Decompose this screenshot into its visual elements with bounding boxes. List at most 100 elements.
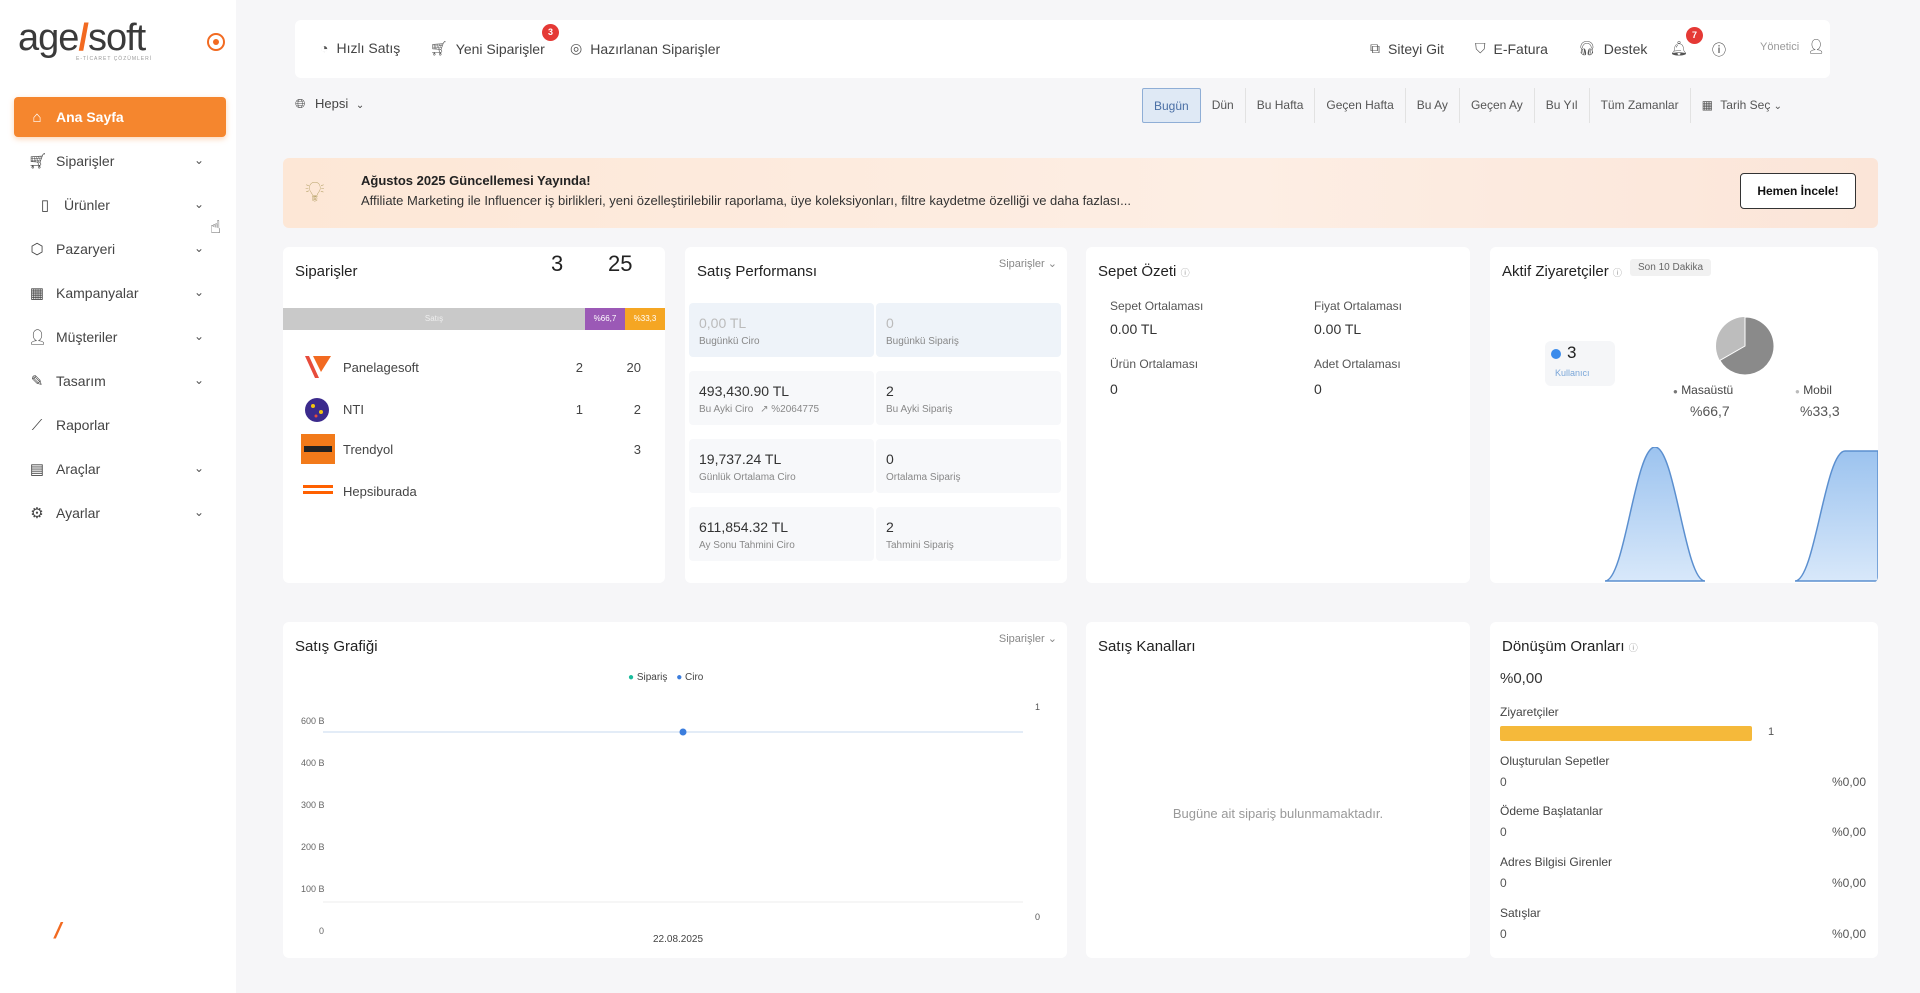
new-orders-link[interactable]: 🛒︎ Yeni Siparişler <box>430 40 545 57</box>
bell-icon: 🔔︎ <box>1670 40 1688 56</box>
perf-value: 0 <box>886 315 894 331</box>
y2-tick-top: 1 <box>1035 702 1041 712</box>
range-gecen-hafta[interactable]: Geçen Hafta <box>1315 88 1406 123</box>
y-tick: 300 B <box>301 800 325 810</box>
info-icon[interactable]: ⓘ <box>1613 268 1622 278</box>
sidebar-item-raporlar[interactable]: ⟋ Raporlar <box>14 405 226 445</box>
conversion-rate: %0,00 <box>1500 670 1543 687</box>
conversion-row-label: Satışlar <box>1500 906 1541 920</box>
info-icon[interactable]: ⓘ <box>1181 268 1190 278</box>
info-button[interactable]: ⓘ <box>1712 40 1734 60</box>
date-range-filters: Bugün Dün Bu Hafta Geçen Hafta Bu Ay Geç… <box>1142 88 1793 123</box>
perf-label: Ortalama Sipariş <box>886 472 961 483</box>
orders-row-nti[interactable]: NTI 1 2 <box>301 394 651 426</box>
conversion-row-label: Adres Bilgisi Girenler <box>1500 855 1613 869</box>
chart-icon: ⟋ <box>31 416 43 434</box>
shield-icon: ⛉ <box>1475 40 1486 56</box>
range-bugun[interactable]: Bugün <box>1142 88 1201 123</box>
scope-select[interactable]: 🌐︎ Hepsi ⌄ <box>295 96 364 112</box>
visitors-wave-chart <box>1604 447 1878 582</box>
perf-label: Ay Sonu Tahmini Ciro <box>699 540 795 551</box>
perf-label: Günlük Ortalama Ciro <box>699 472 796 483</box>
instagram-icon: ◎ <box>570 40 583 56</box>
logo-text-right: soft <box>87 17 146 59</box>
sidebar-item-ana-sayfa[interactable]: ⌂ Ana Sayfa <box>14 97 226 137</box>
book-icon: ▯ <box>40 197 50 214</box>
speedometer-icon: ◔ <box>320 40 329 56</box>
chevron-down-icon: ⌄ <box>193 373 204 387</box>
sidebar-item-label: Ayarlar <box>56 505 101 521</box>
orders-row-panelagesoft[interactable]: Panelagesoft 2 20 <box>301 352 651 384</box>
info-icon: ⓘ <box>1712 42 1726 58</box>
y-tick: 100 B <box>301 884 325 894</box>
bar-orange-segment: %33,3 <box>625 308 665 330</box>
legend-dot-orders: ● <box>628 672 635 683</box>
sidebar-item-araclar[interactable]: ▤ Araçlar ⌄ <box>14 449 226 489</box>
sidebar-item-musteriler[interactable]: 👤︎ Müşteriler ⌄ <box>14 317 226 357</box>
sales-chart-dropdown[interactable]: Siparişler ⌄ <box>999 632 1057 645</box>
dot-icon <box>1551 349 1561 359</box>
date-picker-button[interactable]: ▦ Tarih Seç ⌄ <box>1691 88 1793 123</box>
perf-value: 493,430.90 TL <box>699 383 790 399</box>
sidebar-item-label: Siparişler <box>56 153 115 169</box>
conversion-row-pct: %0,00 <box>1831 825 1866 839</box>
support-label: Destek <box>1603 40 1648 57</box>
y-tick: 600 B <box>301 716 325 726</box>
range-bu-yil[interactable]: Bu Yıl <box>1535 88 1590 123</box>
basket-value: 0.00 TL <box>1314 321 1362 337</box>
series-orders-point <box>679 728 687 736</box>
sales-performance-dropdown[interactable]: Siparişler ⌄ <box>999 257 1057 270</box>
prepared-orders-link[interactable]: ◎ Hazırlanan Siparişler <box>570 40 720 57</box>
info-icon[interactable]: ⓘ <box>1629 643 1638 653</box>
chevron-down-icon: ⌄ <box>193 461 204 475</box>
orders-row-trendyol[interactable]: Trendyol 3 <box>301 434 651 466</box>
range-bu-hafta[interactable]: Bu Hafta <box>1246 88 1316 123</box>
go-site-link[interactable]: ⧉ Siteyi Git <box>1370 40 1444 57</box>
sidebar-item-siparisler[interactable]: 🛒︎ Siparişler ⌄ <box>14 141 226 181</box>
hand-cursor-icon: ☝︎ <box>210 217 221 237</box>
chevron-down-icon: ⌄ <box>193 285 204 299</box>
sidebar-item-ayarlar[interactable]: ⚙︎ Ayarlar ⌄ <box>14 493 226 533</box>
y2-tick-bottom: 0 <box>1035 912 1041 922</box>
panelagesoft-logo <box>301 352 335 382</box>
visitors-count: 3 <box>1567 343 1577 362</box>
quick-sale-link[interactable]: ◔ Hızlı Satış <box>320 40 400 56</box>
visitors-title: Aktif Ziyaretçiler <box>1502 263 1609 280</box>
efatura-link[interactable]: ⛉ E-Fatura <box>1475 40 1548 57</box>
brand-logo[interactable]: age/soft E-TİCARET ÇÖZÜMLERİ <box>18 18 178 66</box>
chevron-down-icon: ⌄ <box>193 241 204 255</box>
range-tum-zamanlar[interactable]: Tüm Zamanlar <box>1590 88 1691 123</box>
logo-text-left: age <box>18 17 79 59</box>
range-gecen-ay[interactable]: Geçen Ay <box>1460 88 1535 123</box>
date-picker-label: Tarih Seç <box>1720 98 1771 112</box>
user-menu[interactable]: Yönetici 👤︎ <box>1760 38 1825 55</box>
sidebar-item-tasarim[interactable]: ✎ Tasarım ⌄ <box>14 361 226 401</box>
sales-line-chart <box>323 728 1023 903</box>
chevron-down-icon: ⌄ <box>193 329 204 343</box>
conversion-row-value: 0 <box>1500 775 1507 789</box>
range-dun[interactable]: Dün <box>1201 88 1246 123</box>
sidebar-item-pazaryeri[interactable]: ⬡ Pazaryeri ⌄ <box>14 229 226 269</box>
sales-channels-title: Satış Kanalları <box>1098 638 1196 655</box>
perf-extra: %2064775 <box>771 404 820 415</box>
basket-value: 0 <box>1314 381 1322 397</box>
announcement-title: Ağustos 2025 Güncellemesi Yayında! <box>361 173 591 188</box>
range-bu-ay[interactable]: Bu Ay <box>1406 88 1460 123</box>
sidebar-item-kampanyalar[interactable]: ▦ Kampanyalar ⌄ <box>14 273 226 313</box>
support-link[interactable]: 🎧︎ Destek <box>1578 40 1647 57</box>
desktop-legend: ● Masaüstü <box>1673 383 1734 397</box>
conversion-row-pct: %0,00 <box>1831 775 1866 789</box>
sidebar-item-label: Ana Sayfa <box>56 109 124 125</box>
y-axis-ticks: 600 B 400 B 300 B 200 B 100 B 0 <box>301 700 325 952</box>
y-tick: 200 B <box>301 842 325 852</box>
orders-row-hepsiburada[interactable]: Hepsiburada <box>301 476 651 508</box>
calendar-icon: ▦ <box>29 285 45 302</box>
visitors-count-box: 3 Kullanıcı <box>1545 341 1615 386</box>
perf-month-revenue: 493,430.90 TL Bu Ayki Ciro ↗ %2064775 <box>689 371 874 425</box>
sidebar-item-urunler[interactable]: ▯ Ürünler ⌄ <box>14 185 226 225</box>
sidebar-toggle-icon[interactable] <box>207 33 225 51</box>
conversion-row-pct: %0,00 <box>1831 927 1866 941</box>
conversion-visitors-label: Ziyaretçiler <box>1500 705 1559 719</box>
announcement-cta-button[interactable]: Hemen İncele! <box>1740 173 1856 209</box>
brush-icon: ✎ <box>30 373 44 390</box>
